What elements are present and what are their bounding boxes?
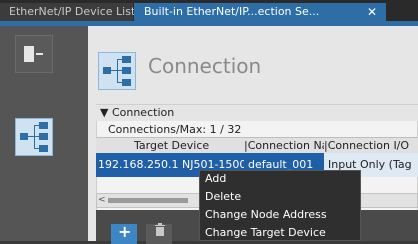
close-icon[interactable]: ✕ [367, 3, 377, 21]
connections-max: Connections/Max: 1 / 32 [108, 123, 242, 136]
menu-item-change-target-device[interactable]: Change Target Device [205, 226, 326, 239]
table-header: Target Device |Connection Na |Connection… [96, 137, 418, 154]
panel-header[interactable]: ▼ Connection [96, 105, 418, 121]
menu-item-delete[interactable]: Delete [205, 190, 241, 203]
connection-icon [20, 122, 48, 152]
tab-connection-settings-label: Built-in EtherNet/IP...ection Se... [144, 5, 320, 18]
connection-icon [103, 56, 131, 86]
column-header-connection-io[interactable]: |Connection I/O [324, 138, 418, 153]
column-header-target-device[interactable]: Target Device [134, 138, 244, 153]
scrollbar-thumb[interactable] [108, 198, 188, 203]
header-connection-icon [98, 52, 136, 90]
menu-item-add[interactable]: Add [205, 172, 226, 185]
menu-item-change-node-address[interactable]: Change Node Address [205, 208, 327, 221]
sidebar-device-button[interactable] [15, 35, 53, 73]
tab-device-list[interactable]: EtherNet/IP Device List [0, 3, 135, 21]
page-title: Connection [148, 54, 262, 78]
trash-icon [154, 223, 166, 241]
tab-connection-settings[interactable]: Built-in EtherNet/IP...ection Se... ✕ [134, 3, 386, 21]
sidebar-connection-button[interactable] [15, 118, 53, 156]
scroll-left-icon[interactable]: < [98, 195, 106, 205]
add-icon: + [118, 222, 132, 241]
column-header-connection-name[interactable]: |Connection Na [244, 138, 324, 153]
device-icon [24, 46, 43, 62]
